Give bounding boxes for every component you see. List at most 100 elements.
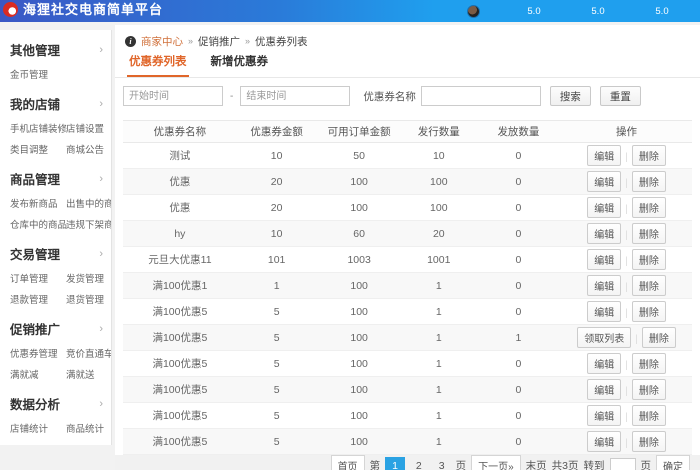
- sidebar-item[interactable]: 满就送: [66, 367, 111, 381]
- goto-suffix-label: 页: [640, 460, 652, 470]
- tab-new-coupon[interactable]: 新增优惠券: [209, 49, 271, 77]
- table-header-row: 优惠券名称 优惠券金额 可用订单金额 发行数量 发放数量 操作: [123, 120, 692, 143]
- table-cell: 元旦大优惠11: [123, 246, 237, 273]
- page-prefix-label: 第: [369, 460, 381, 470]
- action-separator: |: [625, 386, 628, 397]
- table-cell: 满100优惠5: [123, 376, 237, 403]
- sidebar-item[interactable]: 仓库中的商品: [10, 217, 67, 231]
- delete-button[interactable]: 删除: [631, 379, 666, 400]
- tab-coupon-list[interactable]: 优惠券列表: [127, 49, 189, 77]
- first-page-button[interactable]: 首页: [330, 455, 365, 470]
- sidebar-section-header[interactable]: 数据分析 ›: [10, 392, 103, 415]
- page-number-button[interactable]: 3: [433, 458, 451, 470]
- sidebar-item[interactable]: 商城公告: [66, 142, 104, 156]
- coupon-name-input[interactable]: [420, 86, 541, 106]
- sidebar-item[interactable]: 订单管理: [10, 271, 64, 285]
- table-row: 满100优惠5 5 100 1 0 编辑 | 删除: [123, 376, 692, 403]
- start-time-input[interactable]: [123, 86, 223, 106]
- coupon-table: 优惠券名称 优惠券金额 可用订单金额 发行数量 发放数量 操作 测试 10 50 10…: [123, 120, 692, 455]
- sidebar-section-title: 我的店铺: [10, 98, 61, 112]
- delete-button[interactable]: 删除: [631, 171, 666, 192]
- sidebar-item[interactable]: 手机店铺装修: [10, 121, 67, 135]
- delete-button[interactable]: 删除: [631, 145, 666, 166]
- table-cell: 5: [236, 350, 317, 377]
- table-row: 满100优惠5 5 100 1 1 领取列表 | 删除: [123, 324, 692, 351]
- claim-list-button[interactable]: 领取列表: [577, 327, 632, 348]
- table-cell: 满100优惠5: [123, 324, 237, 351]
- next-page-button[interactable]: 下一页»: [471, 455, 521, 470]
- sidebar-item[interactable]: 店铺设置: [66, 121, 104, 135]
- delete-button[interactable]: 删除: [631, 353, 666, 374]
- info-icon: i: [125, 35, 136, 47]
- table-cell: 5: [236, 376, 317, 403]
- sidebar-section: 数据分析 › 店铺统计 商品统计: [10, 392, 104, 436]
- sidebar-item[interactable]: 满就减: [10, 367, 64, 381]
- table-cell-actions: 编辑 | 删除: [561, 428, 692, 455]
- sidebar-item[interactable]: 退货管理: [66, 292, 104, 306]
- table-cell: 0: [475, 402, 562, 429]
- table-cell-actions: 编辑 | 删除: [561, 168, 692, 195]
- table-cell: 满100优惠5: [123, 298, 237, 325]
- edit-button[interactable]: 编辑: [587, 275, 622, 296]
- table-cell: 1001: [401, 246, 476, 273]
- page-number-button[interactable]: 2: [410, 458, 428, 470]
- edit-button[interactable]: 编辑: [587, 197, 622, 218]
- delete-button[interactable]: 删除: [631, 301, 666, 322]
- edit-button[interactable]: 编辑: [587, 145, 622, 166]
- table-cell: 1: [401, 350, 476, 377]
- search-button[interactable]: 搜索: [549, 86, 591, 106]
- delete-button[interactable]: 删除: [631, 223, 666, 244]
- sidebar-item[interactable]: 店铺统计: [10, 421, 64, 435]
- sidebar-item[interactable]: 商品统计: [66, 421, 104, 435]
- sidebar-section-header[interactable]: 促销推广 ›: [10, 317, 103, 340]
- sidebar-section-header[interactable]: 其他管理 ›: [10, 38, 103, 61]
- sidebar-item[interactable]: 出售中的商品: [66, 196, 111, 210]
- sidebar-item[interactable]: 发货管理: [66, 271, 104, 285]
- sidebar-item[interactable]: 退款管理: [10, 292, 64, 306]
- last-page-button[interactable]: 末页: [526, 458, 547, 470]
- sidebar-item[interactable]: 金币管理: [10, 67, 64, 81]
- sidebar-section-header[interactable]: 商品管理 ›: [10, 167, 103, 190]
- user-avatar[interactable]: [467, 4, 480, 18]
- edit-button[interactable]: 编辑: [587, 249, 622, 270]
- action-separator: |: [625, 282, 628, 293]
- edit-button[interactable]: 编辑: [587, 405, 622, 426]
- table-cell: 20: [401, 220, 476, 247]
- table-cell-actions: 编辑 | 删除: [561, 298, 692, 325]
- sidebar-section-header[interactable]: 交易管理 ›: [10, 242, 103, 265]
- delete-button[interactable]: 删除: [631, 197, 666, 218]
- table-row: hy 10 60 20 0 编辑 | 删除: [123, 220, 692, 247]
- sidebar-item[interactable]: 类目调整: [10, 142, 64, 156]
- delete-button[interactable]: 删除: [631, 405, 666, 426]
- sidebar-item[interactable]: 优惠券管理: [10, 346, 64, 360]
- delete-button[interactable]: 删除: [631, 249, 666, 270]
- edit-button[interactable]: 编辑: [587, 171, 622, 192]
- table-cell-actions: 编辑 | 删除: [561, 272, 692, 299]
- table-row: 满100优惠1 1 100 1 0 编辑 | 删除: [123, 272, 692, 299]
- confirm-button[interactable]: 确定: [656, 455, 690, 470]
- sidebar-item[interactable]: 竞价直通车: [66, 346, 111, 360]
- goto-page-input[interactable]: [609, 457, 636, 470]
- edit-button[interactable]: 编辑: [587, 353, 622, 374]
- breadcrumb-home-link[interactable]: 商家中心: [141, 34, 183, 49]
- edit-button[interactable]: 编辑: [587, 431, 622, 452]
- delete-button[interactable]: 删除: [641, 327, 676, 348]
- end-time-input[interactable]: [240, 86, 351, 106]
- table-cell: 10: [236, 220, 317, 247]
- sidebar-section-title: 商品管理: [10, 173, 61, 187]
- delete-button[interactable]: 删除: [631, 275, 666, 296]
- table-cell: 5: [236, 298, 317, 325]
- sidebar-section-title: 促销推广: [10, 323, 61, 337]
- edit-button[interactable]: 编辑: [587, 379, 622, 400]
- reset-button[interactable]: 重置: [599, 86, 641, 106]
- sidebar-item[interactable]: 发布新商品: [10, 196, 64, 210]
- sidebar-item[interactable]: 违规下架商品: [66, 217, 111, 231]
- current-page-number: 1: [385, 456, 405, 470]
- table-cell: 满100优惠5: [123, 350, 237, 377]
- coupon-table-body: 测试 10 50 10 0 编辑 | 删除 优惠 20 100 100 0 编辑 | 删除 优惠 20 100 100…: [123, 142, 692, 455]
- sidebar-section-header[interactable]: 我的店铺 ›: [10, 92, 103, 115]
- col-header-distributed: 发放数量: [475, 120, 562, 143]
- delete-button[interactable]: 删除: [631, 431, 666, 452]
- edit-button[interactable]: 编辑: [587, 301, 622, 322]
- edit-button[interactable]: 编辑: [587, 223, 622, 244]
